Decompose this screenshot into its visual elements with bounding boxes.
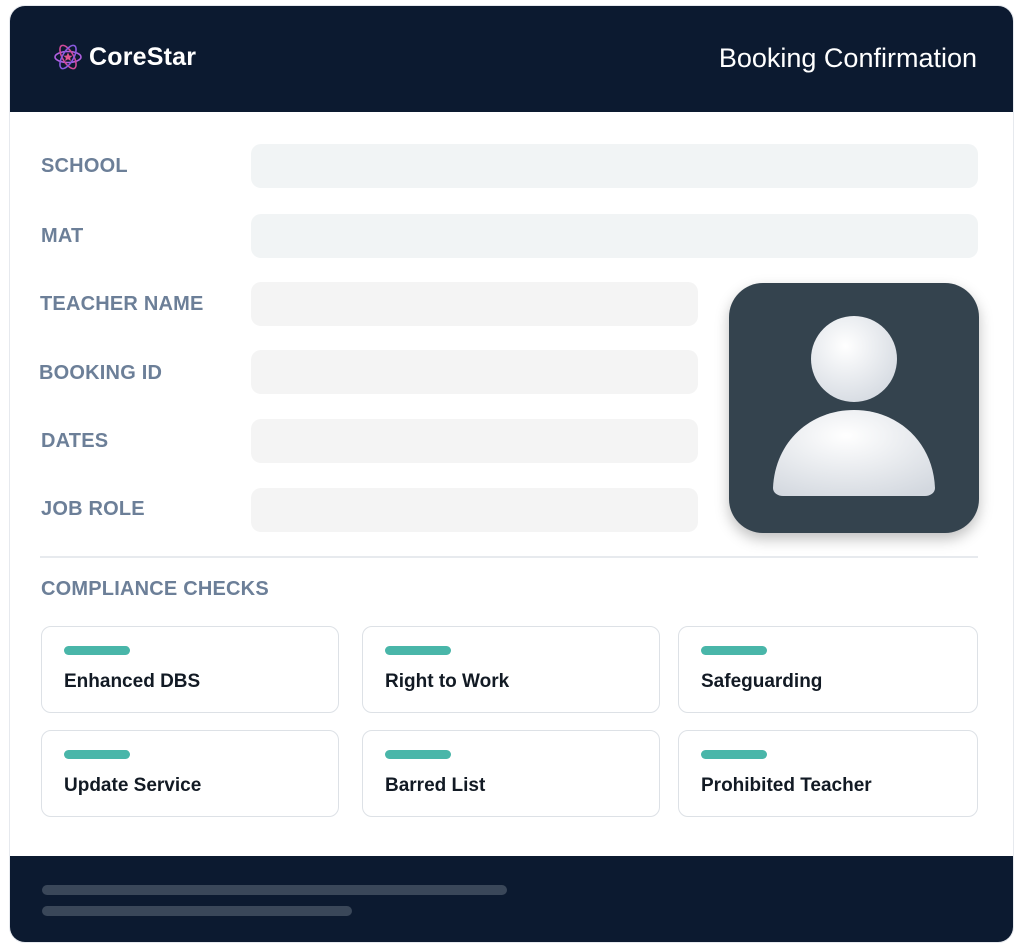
check-label: Safeguarding: [701, 671, 823, 692]
booking-confirmation-card: CoreStar Booking Confirmation SCHOOL MAT…: [9, 5, 1014, 943]
check-update-service: Update Service: [41, 730, 339, 817]
status-bar: [64, 646, 130, 655]
school-field[interactable]: [251, 144, 978, 188]
check-barred-list: Barred List: [362, 730, 660, 817]
footer-placeholder-line: [42, 885, 507, 895]
booking-id-field[interactable]: [251, 350, 698, 394]
school-label: SCHOOL: [41, 155, 128, 177]
header: CoreStar Booking Confirmation: [10, 6, 1013, 112]
footer: [10, 856, 1013, 942]
job-role-label: JOB ROLE: [41, 498, 145, 520]
atom-star-icon: [54, 44, 82, 70]
status-bar: [701, 646, 767, 655]
status-bar: [385, 750, 451, 759]
check-prohibited-teacher: Prohibited Teacher: [678, 730, 978, 817]
teacher-name-field[interactable]: [251, 282, 698, 326]
footer-placeholder-line: [42, 906, 352, 916]
brand-logo: CoreStar: [53, 42, 196, 72]
check-enhanced-dbs: Enhanced DBS: [41, 626, 339, 713]
check-right-to-work: Right to Work: [362, 626, 660, 713]
page-title: Booking Confirmation: [718, 43, 977, 73]
check-label: Prohibited Teacher: [701, 775, 872, 796]
check-safeguarding: Safeguarding: [678, 626, 978, 713]
check-label: Right to Work: [385, 671, 510, 692]
booking-id-label: BOOKING ID: [39, 362, 163, 384]
dates-field[interactable]: [251, 419, 698, 463]
avatar: [729, 283, 979, 533]
mat-label: MAT: [41, 225, 84, 247]
mat-field[interactable]: [251, 214, 978, 258]
person-silhouette-icon: [773, 316, 935, 496]
brand-name: CoreStar: [89, 42, 197, 71]
teacher-name-label: TEACHER NAME: [40, 293, 204, 315]
check-label: Update Service: [64, 775, 202, 796]
status-bar: [701, 750, 767, 759]
job-role-field[interactable]: [251, 488, 698, 532]
compliance-heading: COMPLIANCE CHECKS: [41, 578, 269, 600]
section-divider: [40, 556, 978, 558]
status-bar: [385, 646, 451, 655]
check-label: Enhanced DBS: [64, 671, 201, 692]
check-label: Barred List: [385, 775, 486, 796]
dates-label: DATES: [41, 430, 109, 452]
status-bar: [64, 750, 130, 759]
